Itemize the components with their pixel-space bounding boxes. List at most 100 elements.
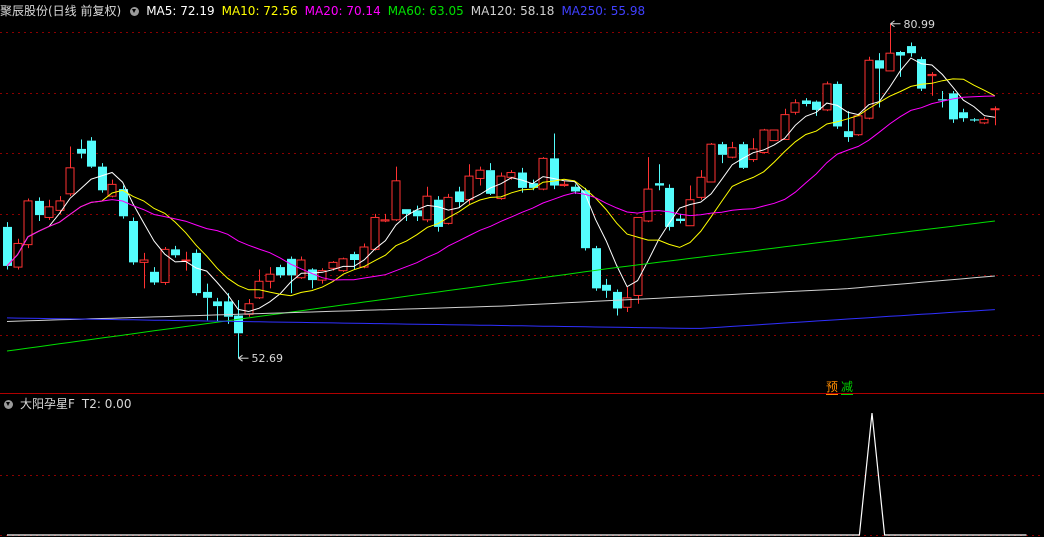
- candle: [87, 137, 96, 168]
- candle: [55, 196, 65, 214]
- candle-body: [265, 273, 275, 282]
- candle-body: [571, 186, 580, 192]
- candle-body: [23, 200, 33, 246]
- candle-body: [129, 221, 138, 263]
- candle-body: [780, 114, 790, 140]
- candle-body: [896, 52, 905, 56]
- candle-body: [391, 180, 401, 221]
- indicator-panel: [7, 412, 1027, 536]
- candle: [308, 268, 317, 289]
- candle-body: [475, 169, 485, 179]
- candle: [769, 129, 779, 142]
- candle-body: [990, 108, 1000, 111]
- candle: [739, 141, 748, 169]
- candle-body: [959, 112, 968, 119]
- candle: [422, 186, 432, 223]
- candle-body: [171, 249, 180, 256]
- candle: [129, 217, 138, 265]
- candle: [234, 300, 243, 359]
- candle: [370, 213, 380, 251]
- candle: [748, 138, 758, 162]
- candle: [706, 143, 716, 183]
- candle-body: [727, 147, 737, 158]
- candle: [287, 256, 296, 294]
- main-header: 聚辰股份(日线 前复权) MA5: 72.19 MA10: 72.56 MA20: 7…: [0, 4, 652, 18]
- dropdown-icon[interactable]: [130, 7, 140, 16]
- candle: [35, 197, 44, 221]
- candle-body: [949, 93, 958, 120]
- candle-body: [812, 101, 821, 110]
- candle: [224, 293, 233, 324]
- candle: [676, 213, 685, 224]
- stock-title: 聚辰股份(日线 前复权): [0, 4, 122, 18]
- candle: [822, 81, 832, 112]
- candle: [213, 297, 222, 322]
- candle-body: [107, 183, 117, 197]
- candle-body: [559, 183, 569, 187]
- candle-body: [643, 188, 653, 222]
- indicator-dropdown-icon[interactable]: [4, 400, 13, 409]
- ma250-label: MA250: 55.98: [561, 4, 646, 18]
- candle-body: [676, 218, 685, 221]
- candle-body: [328, 261, 338, 269]
- candle: [98, 163, 107, 193]
- forecast-badge[interactable]: 预: [826, 380, 839, 395]
- candle-body: [718, 144, 727, 155]
- candle: [718, 141, 727, 164]
- candle: [192, 249, 201, 296]
- candle: [475, 166, 485, 186]
- candle-body: [907, 46, 916, 54]
- candle-body: [13, 242, 23, 268]
- candle-body: [139, 259, 149, 263]
- candle-body: [602, 284, 611, 291]
- candle-body: [581, 190, 590, 249]
- candle-body: [380, 219, 390, 222]
- indicator-line: [7, 412, 1027, 536]
- candle: [77, 139, 86, 159]
- candle: [896, 50, 905, 77]
- candle: [790, 99, 800, 115]
- candle-body: [853, 115, 863, 136]
- candle-body: [885, 52, 895, 72]
- candle: [727, 141, 737, 159]
- moving-averages: [6, 57, 996, 352]
- candle-body: [150, 271, 159, 283]
- indicator-value: T2: 0.00: [81, 397, 132, 411]
- candle-body: [455, 191, 464, 203]
- candle-body: [276, 267, 285, 276]
- ma60-label: MA60: 63.05: [387, 4, 464, 18]
- candle-body: [506, 172, 516, 178]
- candle-body: [665, 187, 674, 227]
- candle: [160, 247, 170, 285]
- candle: [844, 111, 853, 142]
- candle: [592, 245, 601, 291]
- candle-body: [87, 140, 96, 167]
- candle-body: [633, 216, 643, 296]
- candle-body: [592, 248, 601, 289]
- candle: [802, 98, 811, 107]
- candle-body: [706, 143, 716, 183]
- candle: [949, 91, 958, 123]
- candle: [613, 289, 622, 316]
- candle: [907, 42, 916, 57]
- candle-body: [65, 167, 75, 195]
- max-price-label: 80.99: [904, 18, 936, 31]
- candle: [602, 278, 611, 298]
- candle: [633, 216, 643, 304]
- candle: [970, 118, 979, 122]
- candle: [875, 53, 884, 108]
- price-grid: [0, 32, 1044, 536]
- candle: [885, 23, 895, 72]
- candle: [338, 257, 348, 272]
- candle: [559, 180, 569, 187]
- candle-body: [655, 183, 664, 186]
- candle-body: [422, 195, 432, 221]
- candle-body: [790, 102, 800, 113]
- candle: [150, 267, 159, 285]
- candle: [581, 187, 590, 251]
- reduce-badge[interactable]: 减: [841, 380, 854, 395]
- candle-body: [696, 176, 706, 198]
- ma120-label: MA120: 58.18: [470, 4, 555, 18]
- indicator-header: 大阳孕星F T2: 0.00: [0, 397, 138, 411]
- candle-body: [979, 118, 989, 124]
